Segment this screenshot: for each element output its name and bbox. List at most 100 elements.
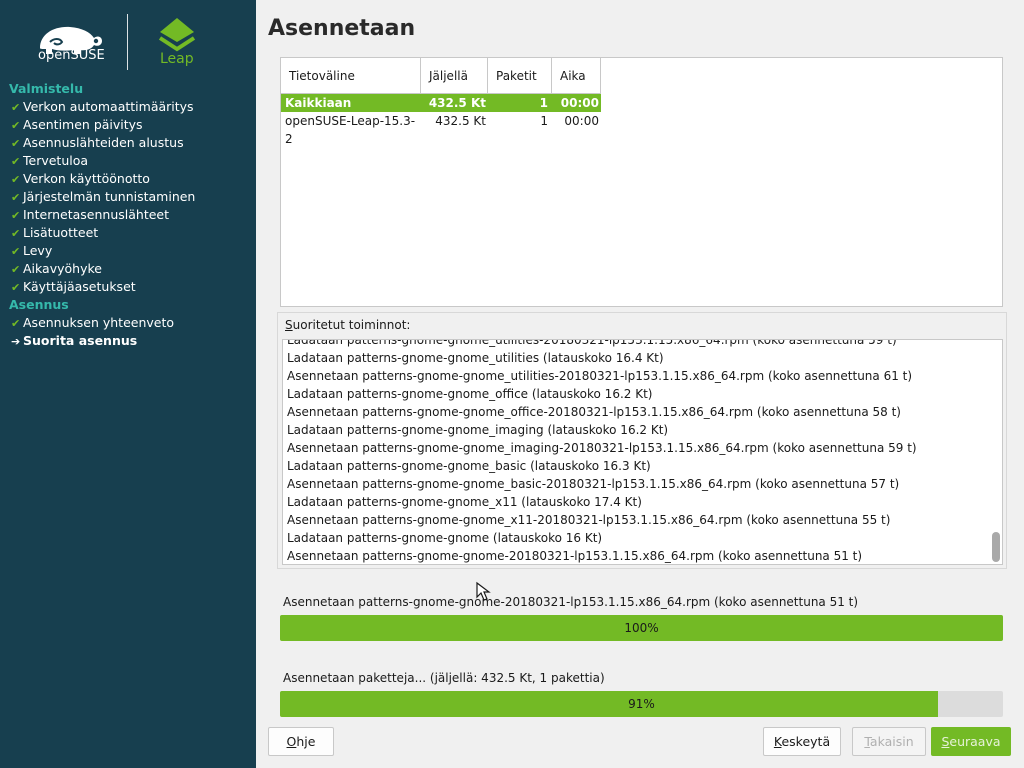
log-line: Ladataan patterns-gnome-gnome_basic (lat… bbox=[287, 459, 651, 473]
step-system-probing: ✔ Järjestelmän tunnistaminen bbox=[0, 188, 256, 206]
log-label: Suoritetut toiminnot: bbox=[285, 318, 410, 332]
step-network-activation: ✔ Verkon käyttöönotto bbox=[0, 170, 256, 188]
step-label: Suorita asennus bbox=[23, 333, 138, 348]
check-icon: ✔ bbox=[11, 173, 21, 186]
table-header: Tietoväline Jäljellä Paketit Aika bbox=[281, 58, 601, 94]
arrow-right-icon: ➔ bbox=[11, 335, 21, 348]
check-icon: ✔ bbox=[11, 119, 21, 132]
step-user-settings: ✔ Käyttäjäasetukset bbox=[0, 278, 256, 296]
progress-text: 100% bbox=[624, 621, 659, 635]
check-icon: ✔ bbox=[11, 191, 21, 204]
log-line: Asennetaan patterns-gnome-gnome_utilitie… bbox=[287, 369, 913, 383]
abort-button[interactable]: Keskeytä bbox=[763, 727, 841, 756]
button-label: hje bbox=[296, 734, 316, 749]
cell-medium: Kaikkiaan bbox=[285, 96, 352, 110]
progress-text: 91% bbox=[628, 697, 655, 711]
logo-divider bbox=[127, 14, 128, 70]
log-lines: Ladataan patterns-gnome-gnome_utilities-… bbox=[283, 339, 988, 564]
total-progress-label: Asennetaan paketteja... (jäljellä: 432.5… bbox=[283, 671, 605, 685]
step-online-repos: ✔ Internetasennuslähteet bbox=[0, 206, 256, 224]
table-row[interactable]: openSUSE-Leap-15.3-2 432.5 Kt 1 00:00 bbox=[281, 112, 601, 146]
column-header-time[interactable]: Aika bbox=[552, 58, 601, 94]
cell-medium: openSUSE-Leap-15.3-2 bbox=[285, 114, 416, 146]
log-label-mnemonic: S bbox=[285, 318, 293, 332]
column-header-medium[interactable]: Tietoväline bbox=[281, 58, 421, 94]
next-button[interactable]: Seuraava bbox=[931, 727, 1011, 756]
step-label: Järjestelmän tunnistaminen bbox=[23, 189, 196, 204]
help-button[interactable]: Ohje bbox=[268, 727, 334, 756]
check-icon: ✔ bbox=[11, 317, 21, 330]
log-line: Ladataan patterns-gnome-gnome_x11 (latau… bbox=[287, 495, 642, 509]
step-welcome: ✔ Tervetuloa bbox=[0, 152, 256, 170]
log-scrollbar[interactable] bbox=[990, 342, 1000, 562]
mnemonic: O bbox=[286, 734, 297, 749]
column-header-packages[interactable]: Paketit bbox=[488, 58, 552, 94]
log-line: Asennetaan patterns-gnome-gnome-20180321… bbox=[287, 549, 863, 563]
media-table[interactable]: Tietoväline Jäljellä Paketit Aika Kaikki… bbox=[280, 57, 1003, 307]
step-disk: ✔ Levy bbox=[0, 242, 256, 260]
check-icon: ✔ bbox=[11, 155, 21, 168]
step-group-header-installation: Asennus bbox=[9, 297, 69, 312]
cell-packages: 1 bbox=[539, 96, 548, 110]
step-label: Tervetuloa bbox=[23, 153, 89, 168]
log-line: Ladataan patterns-gnome-gnome_utilities … bbox=[287, 351, 664, 365]
step-label: Asennuslähteiden alustus bbox=[23, 135, 184, 150]
check-icon: ✔ bbox=[11, 245, 21, 258]
log-line: Asennetaan patterns-gnome-gnome_x11-2018… bbox=[287, 513, 891, 527]
check-icon: ✔ bbox=[11, 281, 21, 294]
opensuse-wordmark: openSUSE bbox=[38, 48, 105, 63]
check-icon: ✔ bbox=[11, 263, 21, 276]
log-line: Asennetaan patterns-gnome-gnome_imaging-… bbox=[287, 441, 917, 455]
log-label-text: uoritetut toiminnot: bbox=[292, 318, 411, 332]
page-title: Asennetaan bbox=[268, 16, 416, 41]
cell-remaining: 432.5 Kt bbox=[435, 114, 486, 128]
step-installation-summary: ✔ Asennuksen yhteenveto bbox=[0, 314, 256, 332]
cell-remaining: 432.5 Kt bbox=[428, 96, 486, 110]
check-icon: ✔ bbox=[11, 137, 21, 150]
log-line: Ladataan patterns-gnome-gnome (latauskok… bbox=[287, 531, 603, 545]
log-line: Ladataan patterns-gnome-gnome_utilities-… bbox=[287, 339, 897, 347]
step-label: Internetasennuslähteet bbox=[23, 207, 170, 222]
step-timezone: ✔ Aikavyöhyke bbox=[0, 260, 256, 278]
step-installer-update: ✔ Asentimen päivitys bbox=[0, 116, 256, 134]
back-button[interactable]: Takaisin bbox=[852, 727, 926, 756]
step-label: Asennuksen yhteenveto bbox=[23, 315, 175, 330]
leap-wordmark: Leap bbox=[160, 51, 194, 67]
button-label: euraava bbox=[949, 734, 1001, 749]
step-network-autoconfig: ✔ Verkon automaattimääritys bbox=[0, 98, 256, 116]
step-add-on-products: ✔ Lisätuotteet bbox=[0, 224, 256, 242]
cell-time: 00:00 bbox=[564, 114, 599, 128]
cell-time: 00:00 bbox=[560, 96, 599, 110]
logo-area: openSUSE Leap bbox=[0, 0, 256, 80]
log-frame: Suoritetut toiminnot: Ladataan patterns-… bbox=[277, 312, 1007, 569]
leap-logo-icon bbox=[158, 18, 196, 52]
step-group-header-preparation: Valmistelu bbox=[9, 81, 84, 96]
button-label: akaisin bbox=[869, 734, 914, 749]
step-label: Verkon käyttöönotto bbox=[23, 171, 150, 186]
check-icon: ✔ bbox=[11, 209, 21, 222]
log-line: Asennetaan patterns-gnome-gnome_basic-20… bbox=[287, 477, 900, 491]
step-label: Asentimen päivitys bbox=[23, 117, 143, 132]
column-header-remaining[interactable]: Jäljellä bbox=[421, 58, 488, 94]
button-label: eskeytä bbox=[781, 734, 831, 749]
step-label: Aikavyöhyke bbox=[23, 261, 102, 276]
log-line: Ladataan patterns-gnome-gnome_imaging (l… bbox=[287, 423, 669, 437]
total-progress: 91% bbox=[280, 691, 1003, 717]
current-package-progress: 100% bbox=[280, 615, 1003, 641]
log-line: Asennetaan patterns-gnome-gnome_office-2… bbox=[287, 405, 901, 419]
step-label: Lisätuotteet bbox=[23, 225, 99, 240]
step-perform-installation: ➔ Suorita asennus bbox=[0, 332, 256, 350]
check-icon: ✔ bbox=[11, 101, 21, 114]
step-label: Levy bbox=[23, 243, 53, 258]
cell-packages: 1 bbox=[540, 114, 548, 128]
installation-steps: Valmistelu ✔ Verkon automaattimääritys ✔ A… bbox=[0, 80, 256, 350]
step-label: Käyttäjäasetukset bbox=[23, 279, 136, 294]
current-package-label: Asennetaan patterns-gnome-gnome-20180321… bbox=[283, 595, 859, 609]
step-repo-init: ✔ Asennuslähteiden alustus bbox=[0, 134, 256, 152]
table-row[interactable]: Kaikkiaan 432.5 Kt 1 00:00 bbox=[281, 94, 601, 112]
sidebar: openSUSE Leap Valmistelu ✔ Verkon automaa… bbox=[0, 0, 256, 768]
step-label: Verkon automaattimääritys bbox=[23, 99, 194, 114]
log-textarea[interactable]: Ladataan patterns-gnome-gnome_utilities-… bbox=[282, 339, 1003, 565]
log-scrollbar-thumb[interactable] bbox=[992, 532, 1000, 562]
log-line: Ladataan patterns-gnome-gnome_office (la… bbox=[287, 387, 653, 401]
